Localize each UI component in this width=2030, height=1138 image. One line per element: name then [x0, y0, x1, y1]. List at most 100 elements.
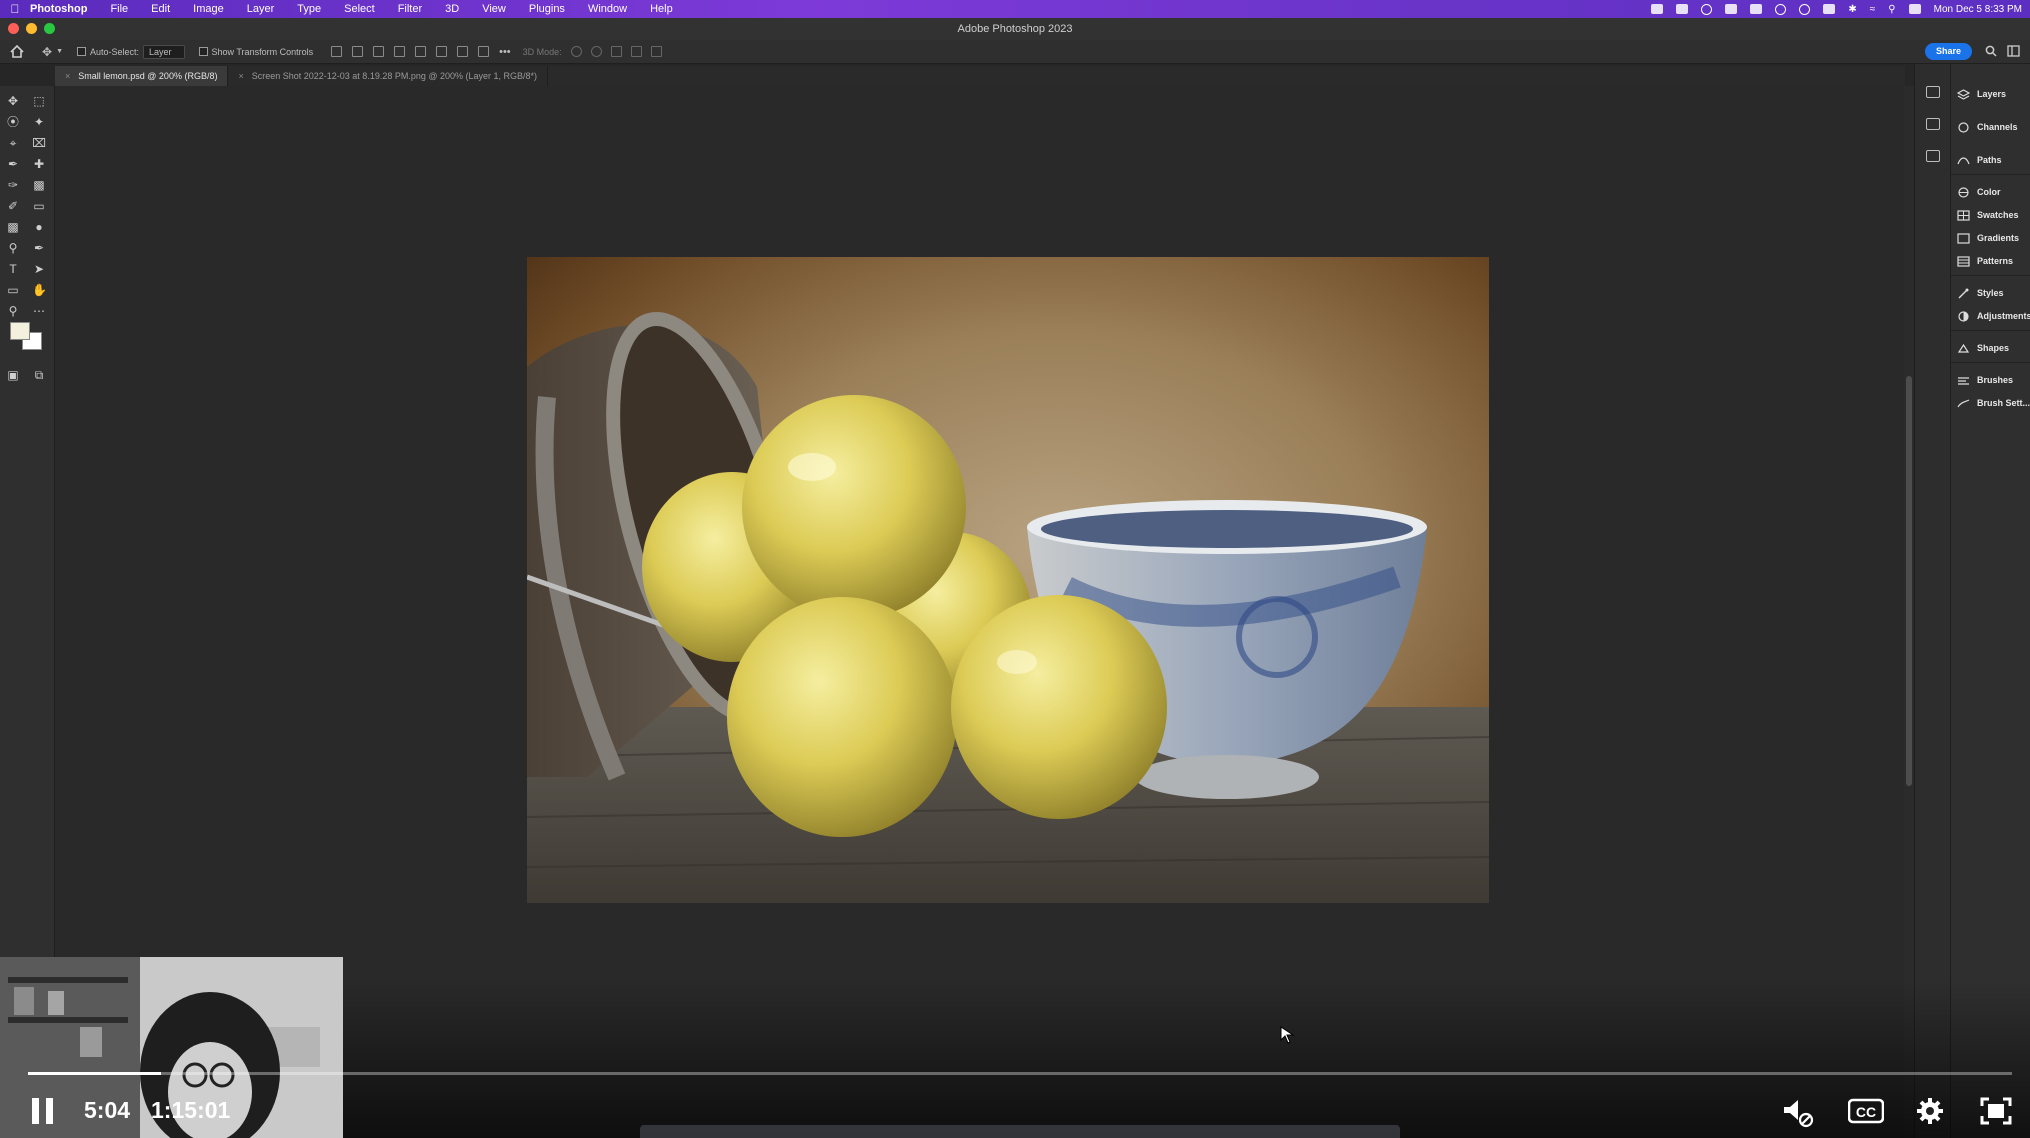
- align-left-icon[interactable]: [331, 46, 343, 57]
- menu-app-name[interactable]: Photoshop: [30, 3, 87, 15]
- align-top-icon[interactable]: [415, 46, 427, 57]
- panel-color[interactable]: Color: [1957, 185, 2001, 199]
- panel-adjustments[interactable]: Adjustments: [1957, 309, 2030, 323]
- menubar-clock[interactable]: Mon Dec 5 8:33 PM: [1934, 4, 2022, 15]
- marquee-tool-icon[interactable]: ⬚: [32, 94, 46, 108]
- menu-filter[interactable]: Filter: [398, 3, 422, 15]
- more-tools-icon[interactable]: ⋯: [32, 304, 46, 318]
- scrollbar-thumb[interactable]: [1906, 376, 1912, 786]
- rectangle-tool-icon[interactable]: ▭: [6, 283, 20, 297]
- bluetooth-icon[interactable]: ✱: [1848, 4, 1856, 15]
- notification-icon[interactable]: [1908, 4, 1921, 14]
- close-tab-icon[interactable]: ×: [238, 71, 243, 81]
- align-bottom-icon[interactable]: [457, 46, 469, 57]
- panel-brushes[interactable]: Brushes: [1957, 373, 2013, 387]
- panel-brush-settings[interactable]: Brush Sett...: [1957, 396, 2030, 410]
- captions-button[interactable]: CC: [1847, 1096, 1885, 1126]
- pause-button[interactable]: [32, 1098, 54, 1124]
- blur-tool-icon[interactable]: ●: [32, 220, 46, 234]
- home-button[interactable]: [10, 45, 24, 58]
- zoom-window-button[interactable]: [44, 23, 55, 34]
- slide-icon[interactable]: [630, 46, 642, 57]
- menu-edit[interactable]: Edit: [151, 3, 170, 15]
- menu-file[interactable]: File: [110, 3, 128, 15]
- history-panel-icon[interactable]: [1926, 86, 1940, 98]
- mute-button[interactable]: [1782, 1096, 1814, 1128]
- menu-3d[interactable]: 3D: [445, 3, 459, 15]
- camera-icon[interactable]: [1725, 4, 1738, 14]
- healing-brush-icon[interactable]: ✚: [32, 157, 46, 171]
- pan-icon[interactable]: [610, 46, 622, 57]
- auto-select-checkbox[interactable]: [77, 47, 86, 56]
- orbit-icon[interactable]: [570, 46, 582, 57]
- panel-paths[interactable]: Paths: [1957, 153, 2002, 167]
- crop-tool-icon[interactable]: ⌖: [6, 136, 20, 150]
- panel-channels[interactable]: Channels: [1957, 120, 2018, 134]
- panel-shapes[interactable]: Shapes: [1957, 341, 2009, 355]
- move-tool-icon[interactable]: ✥: [6, 94, 20, 108]
- transform-controls-checkbox[interactable]: [198, 47, 208, 56]
- magic-wand-icon[interactable]: ✦: [32, 115, 46, 129]
- eyedropper-tool-icon[interactable]: ✒: [6, 157, 20, 171]
- apple-menu-icon[interactable]: : [0, 2, 30, 16]
- settings-button[interactable]: [1914, 1096, 1946, 1126]
- align-right-icon[interactable]: [373, 46, 385, 57]
- share-button[interactable]: Share: [1924, 43, 1972, 60]
- search-icon[interactable]: [1985, 45, 1997, 57]
- menu-help[interactable]: Help: [650, 3, 673, 15]
- history-brush-icon[interactable]: ✐: [6, 199, 20, 213]
- hand-tool-icon[interactable]: ✋: [32, 283, 47, 297]
- clone-stamp-icon[interactable]: ▩: [32, 178, 46, 192]
- distribute-icon[interactable]: [478, 46, 490, 57]
- pen-tool-icon[interactable]: ✒: [32, 241, 46, 255]
- menu-select[interactable]: Select: [344, 3, 375, 15]
- quick-mask-icon[interactable]: ▣: [6, 368, 20, 382]
- more-options-icon[interactable]: •••: [499, 46, 511, 58]
- creative-cloud-icon[interactable]: [1701, 3, 1713, 15]
- align-center-icon[interactable]: [352, 46, 364, 57]
- zoom-tool-icon[interactable]: ⚲: [6, 304, 20, 318]
- video-progress-bar[interactable]: [28, 1072, 2012, 1075]
- menu-type[interactable]: Type: [297, 3, 321, 15]
- scale-3d-icon[interactable]: [650, 46, 662, 57]
- minimize-window-button[interactable]: [26, 23, 37, 34]
- display-icon[interactable]: [1750, 4, 1763, 14]
- panel-styles[interactable]: Styles: [1957, 286, 2004, 300]
- close-window-button[interactable]: [8, 23, 19, 34]
- search-icon[interactable]: ⚲: [1888, 4, 1895, 15]
- screen-share-icon[interactable]: [1651, 4, 1664, 14]
- gradient-tool-icon[interactable]: ▩: [6, 220, 20, 234]
- tab-small-lemon[interactable]: × Small lemon.psd @ 200% (RGB/8): [55, 66, 229, 86]
- panel-layers[interactable]: Layers: [1956, 87, 2006, 101]
- panel-patterns[interactable]: Patterns: [1957, 254, 2013, 268]
- lasso-tool-icon[interactable]: ⦿: [6, 115, 20, 129]
- clock-icon[interactable]: [1775, 3, 1787, 15]
- path-selection-icon[interactable]: ➤: [32, 262, 46, 276]
- dropbox-icon[interactable]: [1676, 4, 1689, 14]
- fullscreen-button[interactable]: [1980, 1096, 2012, 1126]
- menu-window[interactable]: Window: [588, 3, 627, 15]
- type-tool-icon[interactable]: T: [6, 262, 20, 276]
- close-tab-icon[interactable]: ×: [65, 71, 70, 81]
- move-tool-preset[interactable]: ✥ ▼: [42, 45, 63, 59]
- menu-image[interactable]: Image: [193, 3, 224, 15]
- panel-gradients[interactable]: Gradients: [1957, 231, 2019, 245]
- transform-controls[interactable]: Show Transform Controls: [198, 47, 313, 57]
- roll-icon[interactable]: [590, 46, 602, 57]
- auto-select-dropdown[interactable]: Layer: [143, 44, 185, 59]
- eraser-tool-icon[interactable]: ▭: [32, 199, 46, 213]
- dodge-tool-icon[interactable]: ⚲: [6, 241, 20, 255]
- auto-select-control[interactable]: Auto-Select: Layer: [77, 44, 185, 59]
- align-middle-icon[interactable]: [436, 46, 448, 57]
- moon-icon[interactable]: [1799, 3, 1811, 15]
- menu-layer[interactable]: Layer: [247, 3, 275, 15]
- frame-tool-icon[interactable]: ⌧: [32, 136, 46, 150]
- screen-mode-icon[interactable]: ⧉: [32, 368, 46, 382]
- brush-tool-icon[interactable]: ✑: [6, 178, 20, 192]
- wifi-off-icon[interactable]: ≈: [1870, 4, 1876, 15]
- properties-panel-icon[interactable]: [1926, 118, 1940, 130]
- align-vertical-icon[interactable]: [394, 46, 406, 57]
- document-canvas-image[interactable]: [527, 257, 1489, 903]
- workspace-icon[interactable]: [2007, 45, 2020, 57]
- libraries-panel-icon[interactable]: [1926, 150, 1940, 162]
